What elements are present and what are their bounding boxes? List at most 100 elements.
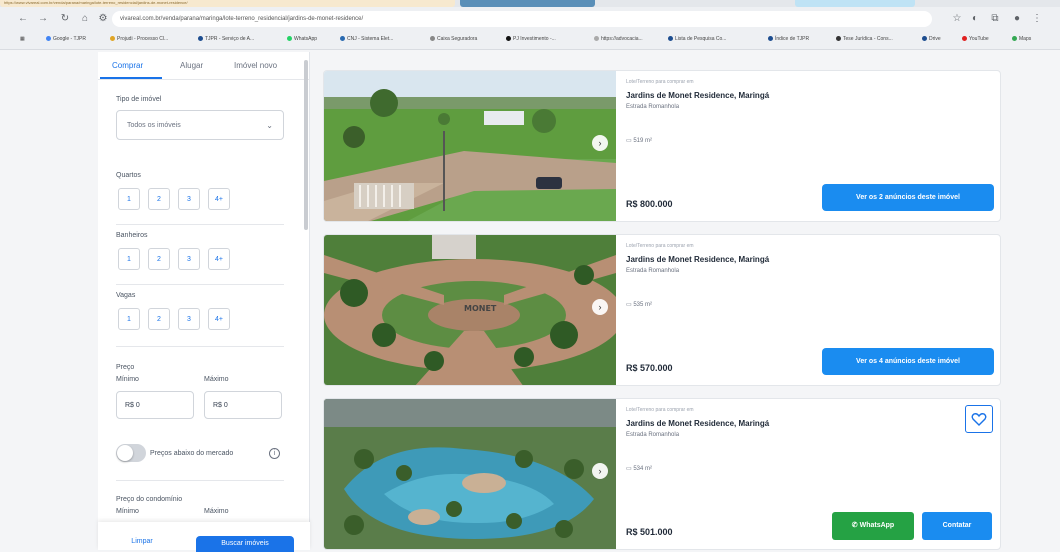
- below-market-label: Preços abaixo do mercado: [150, 450, 234, 457]
- clear-filters-button[interactable]: Limpar: [122, 538, 162, 550]
- bookmark-icon: [922, 36, 927, 42]
- toggle-knob: [117, 445, 133, 461]
- listing-title[interactable]: Jardins de Monet Residence, Maringá: [626, 255, 769, 264]
- price-min-label: Mínimo: [116, 376, 139, 383]
- view-listings-button[interactable]: Ver os 4 anúncios deste imóvel: [822, 348, 994, 375]
- listing-card[interactable]: › Lote/Terreno para comprar em Jardins d…: [323, 70, 1001, 222]
- tab-new-property[interactable]: Imóvel novo: [234, 61, 277, 70]
- bookmark-item[interactable]: Google - TJPR: [46, 36, 86, 42]
- tab-rent[interactable]: Alugar: [180, 61, 203, 70]
- bookmark-item[interactable]: https://advocacia...: [594, 36, 643, 42]
- bookmark-icon: [506, 36, 511, 42]
- bookmark-icon: [430, 36, 435, 42]
- parking-option[interactable]: 4+: [208, 308, 230, 330]
- active-tab-indicator: [100, 77, 162, 79]
- listing-title[interactable]: Jardins de Monet Residence, Maringá: [626, 419, 769, 428]
- listing-address: Estrada Romanhola: [626, 268, 680, 274]
- bathrooms-option[interactable]: 4+: [208, 248, 230, 270]
- bookmark-item[interactable]: Drive: [922, 36, 941, 42]
- bookmark-label: Tese Jurídica - Cons...: [843, 36, 893, 42]
- favorite-button[interactable]: [965, 405, 993, 433]
- bookmark-item[interactable]: Projudi - Processo Cl...: [110, 36, 168, 42]
- listing-photo[interactable]: ›: [324, 71, 616, 221]
- url-bar[interactable]: vivareal.com.br/venda/parana/maringa/lot…: [112, 11, 932, 27]
- listing-photo[interactable]: MONET ›: [324, 235, 616, 385]
- bookmark-label: Lista de Pesquisa Co...: [675, 36, 727, 42]
- listing-card[interactable]: MONET › Lote/Terreno para comprar em Jar…: [323, 234, 1001, 386]
- bookmark-label: YouTube: [969, 36, 989, 42]
- bookmark-item[interactable]: Maps: [1012, 36, 1031, 42]
- listing-title[interactable]: Jardins de Monet Residence, Maringá: [626, 91, 769, 100]
- area-value: 519 m²: [633, 138, 653, 144]
- bookmark-icon: [340, 36, 345, 42]
- home-icon[interactable]: ⌂: [78, 12, 92, 26]
- carousel-next-button[interactable]: ›: [592, 135, 608, 151]
- price-label: Preço: [116, 364, 135, 371]
- carousel-next-button[interactable]: ›: [592, 463, 608, 479]
- bathrooms-option[interactable]: 1: [118, 248, 140, 270]
- whatsapp-button[interactable]: ✆ WhatsApp: [832, 512, 914, 540]
- browser-tab[interactable]: [795, 0, 915, 7]
- view-listings-button[interactable]: Ver os 2 anúncios deste imóvel: [822, 184, 994, 211]
- bedrooms-option[interactable]: 4+: [208, 188, 230, 210]
- listing-address: Estrada Romanhola: [626, 104, 680, 110]
- star-icon[interactable]: ☆: [950, 12, 964, 26]
- bookmark-icon: [768, 36, 773, 42]
- listing-photo-image: MONET: [324, 235, 616, 385]
- divider: [116, 284, 284, 285]
- listing-photo[interactable]: ›: [324, 399, 616, 549]
- bedrooms-option[interactable]: 1: [118, 188, 140, 210]
- condo-price-label: Preço do condomínio: [116, 496, 183, 503]
- bookmark-item[interactable]: TJPR - Serviço de A...: [198, 36, 254, 42]
- bedrooms-option[interactable]: 3: [178, 188, 200, 210]
- info-icon[interactable]: i: [269, 448, 280, 459]
- bedrooms-label: Quartos: [116, 172, 141, 179]
- listing-card[interactable]: › Lote/Terreno para comprar em Jardins d…: [323, 398, 1001, 550]
- parking-option[interactable]: 3: [178, 308, 200, 330]
- below-market-toggle[interactable]: [116, 444, 146, 462]
- whatsapp-icon: [287, 36, 292, 42]
- tab-buy[interactable]: Comprar: [112, 61, 143, 70]
- condo-min-label: Mínimo: [116, 508, 139, 515]
- back-icon[interactable]: ←: [16, 12, 30, 26]
- bookmark-item[interactable]: WhatsApp: [287, 36, 317, 42]
- extension-icon[interactable]: ◐: [968, 12, 982, 26]
- filter-sidebar: Comprar Alugar Imóvel novo Tipo de imóve…: [98, 52, 310, 552]
- bookmark-item[interactable]: Índice de TJPR: [768, 36, 809, 42]
- bookmark-label: PJ Investimento -...: [513, 36, 556, 42]
- bedrooms-option[interactable]: 2: [148, 188, 170, 210]
- bathrooms-option[interactable]: 2: [148, 248, 170, 270]
- bookmark-item[interactable]: YouTube: [962, 36, 989, 42]
- price-max-input[interactable]: R$ 0: [204, 391, 282, 419]
- site-info-icon[interactable]: ⚙: [96, 12, 110, 26]
- bathrooms-option[interactable]: 3: [178, 248, 200, 270]
- bookmark-label: Maps: [1019, 36, 1032, 42]
- reload-icon[interactable]: ↻: [58, 12, 72, 26]
- puzzle-icon[interactable]: ⧉: [988, 12, 1002, 26]
- sidebar-scrollbar[interactable]: [304, 60, 308, 230]
- carousel-next-button[interactable]: ›: [592, 299, 608, 315]
- property-type-select[interactable]: Todos os imóveis ⌄: [116, 110, 284, 140]
- bookmark-item[interactable]: CNJ - Sistema Elet...: [340, 36, 393, 42]
- profile-icon[interactable]: ●: [1010, 12, 1024, 26]
- parking-option[interactable]: 1: [118, 308, 140, 330]
- price-min-input[interactable]: R$ 0: [116, 391, 194, 419]
- bookmark-label: Google - TJPR: [53, 36, 86, 42]
- bookmark-item[interactable]: Tese Jurídica - Cons...: [836, 36, 893, 42]
- browser-tab[interactable]: [460, 0, 595, 7]
- whatsapp-icon: ✆: [851, 522, 860, 529]
- bookmark-item[interactable]: Caixa Seguradora: [430, 36, 477, 42]
- bookmark-item[interactable]: PJ Investimento -...: [506, 36, 556, 42]
- listing-photo-image: [324, 399, 616, 549]
- parking-option[interactable]: 2: [148, 308, 170, 330]
- listing-area: ▭ 519 m²: [626, 137, 652, 144]
- listing-price: R$ 800.000: [626, 199, 673, 209]
- area-value: 535 m²: [633, 302, 653, 308]
- contact-button[interactable]: Contatar: [922, 512, 992, 540]
- bookmark-item[interactable]: Lista de Pesquisa Co...: [668, 36, 726, 42]
- bookmark-icon: [668, 36, 673, 42]
- menu-icon[interactable]: ⋮: [1030, 12, 1044, 26]
- forward-icon[interactable]: →: [36, 12, 50, 26]
- area-value: 534 m²: [633, 466, 653, 472]
- apps-icon[interactable]: ▦: [20, 36, 25, 42]
